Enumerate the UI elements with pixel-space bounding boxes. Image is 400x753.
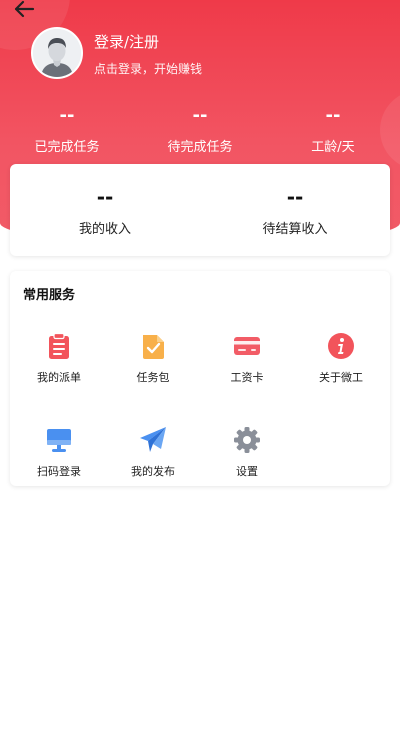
avatar[interactable] bbox=[31, 27, 83, 79]
pending-income[interactable]: -- 待结算收入 bbox=[200, 184, 390, 237]
stat-value: -- bbox=[59, 105, 75, 126]
stat-work-days[interactable]: -- 工龄/天 bbox=[268, 104, 398, 155]
stat-label: 工龄/天 bbox=[311, 140, 355, 155]
service-task-package[interactable]: 任务包 bbox=[106, 332, 200, 385]
service-scan-login[interactable]: 扫码登录 bbox=[12, 426, 106, 479]
stat-label: 已完成任务 bbox=[34, 140, 100, 155]
stat-pending-tasks[interactable]: -- 待完成任务 bbox=[135, 104, 265, 155]
service-settings[interactable]: 设置 bbox=[200, 426, 294, 479]
service-label: 我的发布 bbox=[131, 465, 175, 478]
monitor-icon bbox=[47, 429, 71, 452]
service-my-posts[interactable]: 我的发布 bbox=[106, 426, 200, 479]
stat-value: -- bbox=[325, 105, 341, 126]
income-label: 我的收入 bbox=[78, 222, 131, 237]
user-avatar-icon bbox=[33, 29, 81, 77]
services-title: 常用服务 bbox=[23, 288, 76, 303]
services-card: 常用服务 我的派单 任务包 工资卡 关于微工 扫码登录 我的发布 设置 bbox=[10, 271, 390, 486]
service-salary-card[interactable]: 工资卡 bbox=[200, 332, 294, 385]
my-income[interactable]: -- 我的收入 bbox=[10, 184, 200, 237]
income-value: -- bbox=[286, 185, 304, 209]
service-label: 我的派单 bbox=[37, 371, 81, 384]
info-icon bbox=[328, 333, 354, 359]
service-label: 任务包 bbox=[136, 371, 170, 384]
service-label: 关于微工 bbox=[319, 371, 363, 384]
income-label: 待结算收入 bbox=[262, 222, 328, 237]
stat-completed-tasks[interactable]: -- 已完成任务 bbox=[2, 104, 132, 155]
login-register-link[interactable]: 登录/注册 bbox=[94, 31, 159, 52]
stat-value: -- bbox=[192, 105, 208, 126]
service-label: 设置 bbox=[236, 465, 258, 478]
stat-label: 待完成任务 bbox=[167, 140, 233, 155]
income-value: -- bbox=[96, 185, 114, 209]
paper-plane-icon bbox=[140, 427, 166, 452]
login-subtitle: 点击登录，开始赚钱 bbox=[94, 62, 203, 76]
service-my-dispatch[interactable]: 我的派单 bbox=[12, 332, 106, 385]
task-package-icon bbox=[143, 335, 164, 359]
service-label: 工资卡 bbox=[230, 371, 264, 384]
bank-card-icon bbox=[234, 337, 260, 355]
back-arrow-icon[interactable] bbox=[12, 0, 36, 21]
service-about[interactable]: 关于微工 bbox=[294, 332, 388, 385]
service-label: 扫码登录 bbox=[37, 465, 81, 478]
clipboard-icon bbox=[49, 332, 69, 359]
gear-icon bbox=[234, 427, 260, 453]
income-card: -- 我的收入 -- 待结算收入 bbox=[10, 164, 390, 256]
